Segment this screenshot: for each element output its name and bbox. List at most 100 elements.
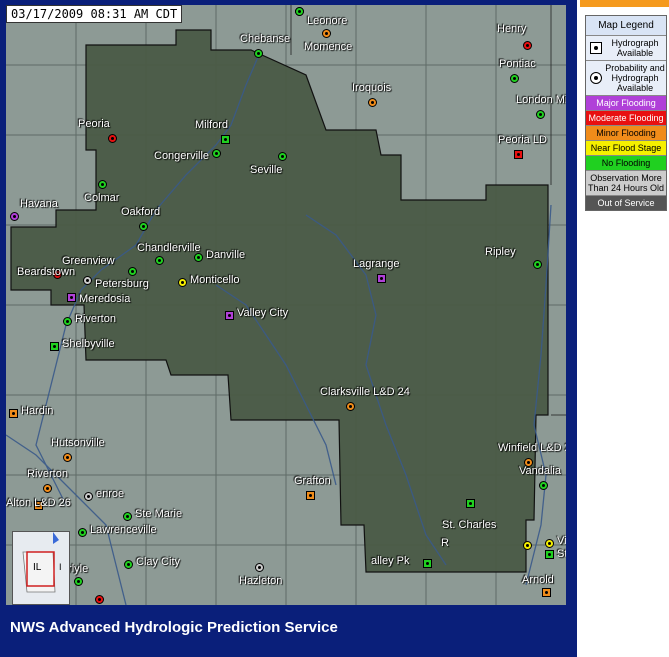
minimap-state-label: IL (33, 562, 42, 573)
gauge-square-icon[interactable] (545, 550, 554, 559)
legend-probability-label: Probability and Hydrograph Available (605, 63, 665, 93)
gauge-site-label: Havana (20, 198, 58, 210)
gauge-circle-icon[interactable] (539, 481, 548, 490)
gauge-circle-icon[interactable] (10, 212, 19, 221)
gauge-circle-icon[interactable] (124, 560, 133, 569)
gauge-site-label: Colmar (84, 192, 120, 204)
gauge-circle-icon[interactable] (123, 512, 132, 521)
gauge-circle-icon[interactable] (255, 563, 264, 572)
gauge-site-label: Milford (195, 119, 229, 131)
gauge-site-label: St. Charles (442, 519, 497, 531)
gauge-site-label: Lagrange (353, 258, 400, 270)
gauge-circle-icon[interactable] (178, 278, 187, 287)
gauge-site-label: Chandlerville (137, 242, 201, 254)
legend-none: No Flooding (586, 156, 666, 171)
gauge-site-label: Hazleton (239, 575, 283, 587)
gauge-site-label: Danville (206, 249, 246, 261)
gauge-circle-icon[interactable] (139, 222, 148, 231)
gauge-site-label: Riverton (27, 468, 68, 480)
hydrograph-square-icon (590, 42, 602, 54)
gauge-site-label: Clarksville L&D 24 (320, 386, 410, 398)
legend-hydrograph: Hydrograph Available (586, 36, 666, 61)
legend-old: Observation More Than 24 Hours Old (586, 171, 666, 196)
gauge-circle-icon[interactable] (523, 541, 532, 550)
legend-minor: Minor Flooding (586, 126, 666, 141)
gauge-site-label: Ste Marie (135, 508, 183, 520)
gauge-site-label: Iroquois (352, 82, 392, 94)
gauge-square-icon[interactable] (542, 588, 551, 597)
map-frame: 03/17/2009 08:31 AM CDT Leonore Momence He… (0, 0, 577, 657)
gauge-circle-icon[interactable] (155, 256, 164, 265)
gauge-circle-icon[interactable] (43, 484, 52, 493)
legend-major: Major Flooding (586, 96, 666, 111)
gauge-site-label: Ripley (485, 246, 516, 258)
gauge-site-label: London Mills (516, 94, 566, 106)
gauge-site-label: Congerville (154, 150, 210, 162)
gauge-site-label: Monticello (190, 274, 240, 286)
gauge-square-icon[interactable] (225, 311, 234, 320)
gauge-square-icon[interactable] (423, 559, 432, 568)
gauge-circle-icon[interactable] (533, 260, 542, 269)
gauge-site-label: Valley City (237, 307, 289, 319)
gauge-site-label: Seville (250, 164, 283, 176)
gauge-site-label: Chebanse (240, 33, 291, 45)
gauge-site-label: Hutsonville (51, 437, 105, 449)
gauge-circle-icon[interactable] (368, 98, 377, 107)
map-base (6, 5, 566, 605)
gauge-circle-icon[interactable] (78, 528, 87, 537)
legend-top-strip (580, 0, 669, 7)
gauge-site-label: Grafton (294, 475, 331, 487)
gauge-circle-icon[interactable] (510, 74, 519, 83)
legend-hydrograph-label: Hydrograph Available (611, 38, 659, 58)
gauge-circle-icon[interactable] (95, 595, 104, 604)
legend-moderate: Moderate Flooding (586, 111, 666, 126)
gauge-site-label: Leonore (307, 15, 348, 27)
gauge-site-label: Winfield L&D 25 (498, 442, 566, 454)
gauge-square-icon[interactable] (306, 491, 315, 500)
gauge-site-label: Alton L&D 26 (6, 497, 71, 509)
probability-circle-icon (590, 72, 602, 84)
gauge-site-label: Clay City (136, 556, 181, 568)
gauge-site-label: Momence (304, 41, 353, 53)
gauge-circle-icon[interactable] (545, 539, 554, 548)
gauge-circle-icon[interactable] (63, 453, 72, 462)
gauge-site-label: St. Louis (557, 548, 566, 560)
gauge-square-icon[interactable] (221, 135, 230, 144)
gauge-square-icon[interactable] (9, 409, 18, 418)
gauge-square-icon[interactable] (67, 293, 76, 302)
gauge-circle-icon[interactable] (346, 402, 355, 411)
locator-minimap[interactable]: IL I (12, 531, 70, 605)
gauge-circle-icon[interactable] (63, 317, 72, 326)
gauge-square-icon[interactable] (466, 499, 475, 508)
gauge-site-label: Shelbyville (62, 338, 115, 350)
gauge-site-label: Petersburg (95, 278, 149, 290)
gauge-circle-icon[interactable] (128, 267, 137, 276)
gauge-circle-icon[interactable] (523, 41, 532, 50)
gauge-circle-icon[interactable] (278, 152, 287, 161)
timestamp: 03/17/2009 08:31 AM CDT (6, 5, 183, 23)
gauge-circle-icon[interactable] (83, 276, 92, 285)
gauge-circle-icon[interactable] (194, 253, 203, 262)
gauge-circle-icon[interactable] (108, 134, 117, 143)
legend-probability: Probability and Hydrograph Available (586, 61, 666, 96)
gauge-circle-icon[interactable] (84, 492, 93, 501)
gauge-square-icon[interactable] (50, 342, 59, 351)
legend-title: Map Legend (586, 16, 666, 36)
gauge-site-label: Arnold (522, 574, 554, 586)
legend-near: Near Flood Stage (586, 141, 666, 156)
legend-out: Out of Service (586, 196, 666, 210)
gauge-circle-icon[interactable] (74, 577, 83, 586)
gauge-square-icon[interactable] (514, 150, 523, 159)
hydrologic-map[interactable]: 03/17/2009 08:31 AM CDT Leonore Momence He… (6, 5, 566, 605)
gauge-site-label: Vi (557, 535, 566, 547)
gauge-site-label: Lawrenceville (90, 524, 157, 536)
gauge-square-icon[interactable] (377, 274, 386, 283)
gauge-circle-icon[interactable] (322, 29, 331, 38)
gauge-circle-icon[interactable] (295, 7, 304, 16)
gauge-circle-icon[interactable] (212, 149, 221, 158)
gauge-site-label: Oakford (121, 206, 161, 218)
gauge-site-label: Peoria LD (498, 134, 547, 146)
gauge-circle-icon[interactable] (98, 180, 107, 189)
gauge-circle-icon[interactable] (536, 110, 545, 119)
gauge-circle-icon[interactable] (254, 49, 263, 58)
